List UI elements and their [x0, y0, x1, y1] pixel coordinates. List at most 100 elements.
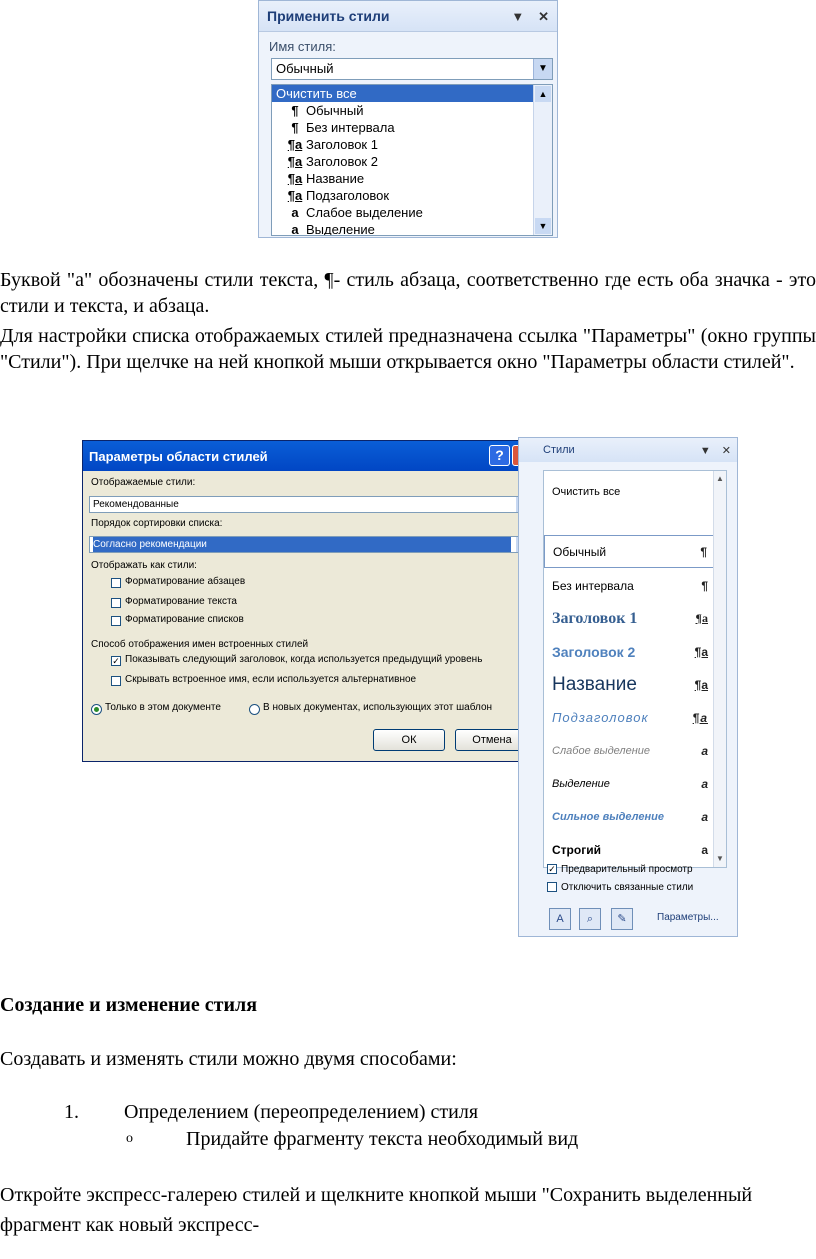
- hide-builtin-label: Скрывать встроенное имя, если использует…: [125, 674, 417, 685]
- sub-item-text: Придайте фрагменту текста необходимый ви…: [186, 1128, 579, 1150]
- style-item-strong[interactable]: Строгий a: [544, 833, 714, 866]
- manage-styles-icon[interactable]: ✎: [611, 908, 633, 930]
- close-icon[interactable]: ✕: [722, 445, 731, 457]
- shown-styles-select[interactable]: Рекомендованные▼: [89, 496, 533, 513]
- preview-option[interactable]: ✓ Предварительный просмотр: [547, 864, 693, 875]
- list-formatting-checkbox[interactable]: [111, 616, 121, 626]
- style-pane-options-dialog: Параметры области стилей ? ✕ Отображаемы…: [82, 440, 538, 762]
- style-item-label: Без интервала: [552, 578, 634, 593]
- sort-order-select[interactable]: Согласно рекомендации▼: [89, 536, 533, 553]
- paragraph-parameters: Для настройки списка отображаемых стилей…: [0, 325, 816, 373]
- select-value: Рекомендованные: [93, 499, 179, 510]
- paragraph-style-icon: ¶: [700, 544, 707, 559]
- style-name-value: Обычный: [276, 61, 334, 76]
- list-item[interactable]: a Выделение: [272, 221, 552, 236]
- style-list[interactable]: Очистить все ¶ Обычный ¶ Без интервала ¶a З…: [271, 84, 553, 236]
- select-value: Согласно рекомендации: [93, 537, 511, 552]
- styles-list[interactable]: Очистить все Обычный ¶ Без интервала ¶ Заг…: [543, 470, 727, 868]
- list-item[interactable]: ¶a Подзаголовок: [272, 187, 552, 204]
- dropdown-icon[interactable]: ▼: [511, 9, 524, 24]
- paragraph-formatting-label: Форматирование абзацев: [125, 576, 246, 587]
- linked-style-icon: ¶a: [692, 710, 708, 725]
- dialog-title: Параметры области стилей: [89, 448, 268, 464]
- parameters-link[interactable]: Параметры...: [657, 912, 719, 923]
- paragraph-formatting-checkbox[interactable]: [111, 578, 121, 588]
- scroll-down-icon[interactable]: ▼: [535, 218, 551, 234]
- scrollbar[interactable]: ▲ ▼: [713, 471, 726, 867]
- list-item[interactable]: ¶ Обычный: [272, 102, 552, 119]
- style-item-clear-all[interactable]: Очистить все: [544, 475, 714, 508]
- linked-style-icon: ¶a: [287, 154, 303, 169]
- close-icon[interactable]: ✕: [538, 9, 549, 24]
- style-item-label: Название: [552, 673, 637, 695]
- style-item-intense-emphasis[interactable]: Сильное выделение a: [544, 800, 714, 833]
- paragraph-style-icon: ¶: [291, 103, 299, 118]
- new-style-icon[interactable]: A: [549, 908, 571, 930]
- this-document-radio[interactable]: [91, 704, 102, 715]
- section-heading: Создание и изменение стиля: [0, 994, 258, 1016]
- linked-style-icon: ¶a: [694, 644, 708, 659]
- text-formatting-checkbox[interactable]: [111, 598, 121, 608]
- scroll-down-icon[interactable]: ▼: [714, 853, 726, 865]
- list-item-label: Очистить все: [276, 86, 357, 101]
- sort-order-label: Порядок сортировки списка:: [91, 518, 223, 529]
- style-item-label: Обычный: [553, 544, 607, 559]
- character-style-icon: a: [701, 776, 708, 791]
- style-item-no-spacing[interactable]: Без интервала ¶: [544, 569, 714, 602]
- style-item-label: Слабое выделение: [552, 744, 651, 757]
- bullet-icon: o: [126, 1131, 133, 1146]
- ok-button[interactable]: ОК: [373, 729, 445, 751]
- scroll-up-icon[interactable]: ▲: [714, 473, 726, 485]
- builtin-names-label: Способ отображения имен встроенных стиле…: [91, 639, 309, 650]
- scroll-up-icon[interactable]: ▲: [535, 86, 551, 102]
- character-style-icon: a: [291, 205, 299, 220]
- scrollbar[interactable]: ▲ ▼: [533, 85, 552, 235]
- list-item-label: Выделение: [306, 222, 375, 236]
- disable-linked-checkbox[interactable]: [547, 882, 557, 893]
- style-item-label: Сильное выделение: [552, 810, 664, 823]
- pane-header: Стили ▼ ✕: [519, 438, 737, 462]
- style-item-heading-1[interactable]: Заголовок 1 ¶a: [544, 602, 714, 635]
- list-item-label: Подзаголовок: [306, 188, 390, 203]
- linked-style-icon: ¶a: [694, 677, 708, 692]
- style-item-subtitle[interactable]: Подзаголовок ¶a: [544, 701, 714, 734]
- style-inspector-icon[interactable]: ⌕: [579, 908, 601, 930]
- style-item-subtle-emphasis[interactable]: Слабое выделение a: [544, 734, 714, 767]
- styles-pane: Стили ▼ ✕ Очистить все Обычный ¶ Без инте…: [518, 437, 738, 937]
- hide-builtin-checkbox[interactable]: [111, 676, 121, 686]
- list-item[interactable]: a Слабое выделение: [272, 204, 552, 221]
- style-name-combobox[interactable]: Обычный ▼: [271, 58, 553, 80]
- disable-linked-option[interactable]: Отключить связанные стили: [547, 882, 693, 893]
- style-item-label: Строгий: [552, 842, 601, 857]
- list-item-text: Определением (переопределением) стиля: [124, 1101, 479, 1123]
- new-documents-radio[interactable]: [249, 704, 260, 715]
- list-item[interactable]: ¶a Название: [272, 170, 552, 187]
- list-item[interactable]: ¶a Заголовок 2: [272, 153, 552, 170]
- linked-style-icon: ¶a: [287, 137, 303, 152]
- list-item-label: Заголовок 1: [306, 137, 378, 152]
- preview-checkbox[interactable]: ✓: [547, 864, 557, 875]
- style-item-title[interactable]: Название ¶a: [544, 668, 714, 701]
- style-item-label: Выделение: [552, 777, 610, 790]
- list-item[interactable]: ¶a Заголовок 1: [272, 136, 552, 153]
- list-item-label: Без интервала: [306, 120, 395, 135]
- style-item-label: Заголовок 2: [552, 643, 636, 660]
- help-icon[interactable]: ?: [489, 445, 510, 466]
- list-item[interactable]: Очистить все: [272, 85, 552, 102]
- character-style-icon: a: [701, 809, 708, 824]
- dropdown-icon[interactable]: ▼: [700, 445, 711, 457]
- style-item-heading-2[interactable]: Заголовок 2 ¶a: [544, 635, 714, 668]
- style-item-normal[interactable]: Обычный ¶: [544, 535, 714, 568]
- paragraph-two-ways: Создавать и изменять стили можно двумя с…: [0, 1048, 457, 1070]
- next-heading-checkbox[interactable]: ✓: [111, 656, 121, 666]
- linked-style-icon: ¶a: [695, 611, 708, 625]
- list-item-label: Обычный: [306, 103, 364, 118]
- style-item-label: Заголовок 1: [552, 609, 638, 627]
- apply-styles-panel: Применить стили ▼ ✕ Имя стиля: Обычный ▼…: [258, 0, 558, 238]
- list-formatting-label: Форматирование списков: [125, 614, 244, 625]
- panel-header: Применить стили ▼ ✕: [259, 1, 557, 32]
- chevron-down-icon[interactable]: ▼: [533, 59, 552, 79]
- list-item[interactable]: ¶ Без интервала: [272, 119, 552, 136]
- paragraph-style-icon: ¶: [701, 578, 708, 593]
- style-item-emphasis[interactable]: Выделение a: [544, 767, 714, 800]
